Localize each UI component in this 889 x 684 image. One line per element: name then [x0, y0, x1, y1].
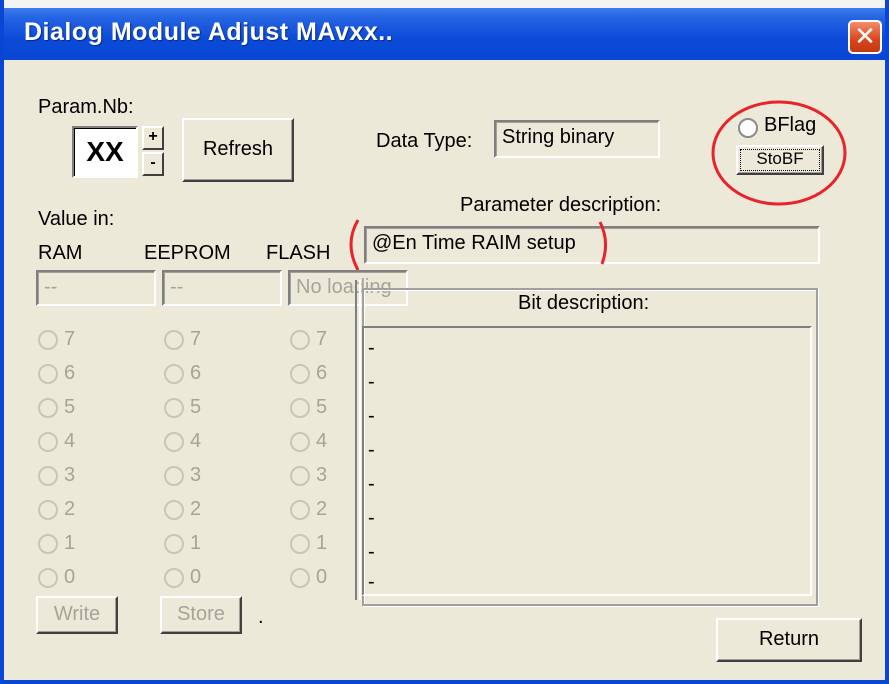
flash-bit-3-label: 3	[316, 464, 328, 486]
flash-column-label: FLASH	[266, 242, 331, 264]
window-title: Dialog Module Adjust MAvxx..	[24, 18, 394, 46]
flash-bit-5-radio[interactable]	[290, 398, 310, 418]
ram-bit-7-label: 7	[64, 328, 76, 350]
flash-bit-7-radio[interactable]	[290, 330, 310, 350]
ram-bit-3-label: 3	[64, 464, 76, 486]
flash-bit-4-label: 4	[316, 430, 328, 452]
flash-bit-2-label: 2	[316, 498, 328, 520]
eeprom-bit-6-radio[interactable]	[164, 364, 184, 384]
close-icon: ✕	[854, 21, 876, 51]
param-nb-label: Param.Nb:	[38, 96, 134, 118]
eeprom-bit-2-label: 2	[190, 498, 202, 520]
annotation-circle	[711, 100, 847, 206]
bit-description-item: -	[368, 473, 375, 495]
write-button[interactable]: Write	[36, 596, 118, 634]
flash-bit-2-radio[interactable]	[290, 500, 310, 520]
annotation-brackets	[349, 219, 607, 271]
param-nb-field[interactable]: XX	[72, 126, 138, 178]
ram-bit-5-radio[interactable]	[38, 398, 58, 418]
bit-description-item: -	[368, 541, 375, 563]
eeprom-value-field: --	[162, 270, 282, 306]
ram-column-label: RAM	[38, 242, 83, 264]
data-type-label: Data Type:	[376, 130, 473, 152]
eeprom-column-label: EEPROM	[144, 242, 231, 264]
ram-bit-7-radio[interactable]	[38, 330, 58, 350]
eeprom-bit-3-label: 3	[190, 464, 202, 486]
eeprom-bit-1-label: 1	[190, 532, 202, 554]
close-button[interactable]: ✕	[848, 20, 882, 54]
eeprom-bit-7-label: 7	[190, 328, 202, 350]
bit-description-item: -	[368, 439, 375, 461]
ram-bit-4-radio[interactable]	[38, 432, 58, 452]
title-bar[interactable]: Dialog Module Adjust MAvxx.. ✕	[4, 0, 885, 60]
flash-bit-0-radio[interactable]	[290, 568, 310, 588]
refresh-button[interactable]: Refresh	[182, 118, 294, 182]
eeprom-bit-0-label: 0	[190, 566, 202, 588]
ram-bit-6-radio[interactable]	[38, 364, 58, 384]
ram-bit-0-label: 0	[64, 566, 76, 588]
eeprom-bit-6-label: 6	[190, 362, 202, 384]
flash-bit-1-label: 1	[316, 532, 328, 554]
bit-description-item: -	[368, 371, 375, 393]
bit-description-list: - - - - - - - -	[362, 326, 812, 596]
bit-description-item: -	[368, 571, 375, 593]
flash-bit-3-radio[interactable]	[290, 466, 310, 486]
bit-description-item: -	[368, 507, 375, 529]
ram-bit-5-label: 5	[64, 396, 76, 418]
bit-description-item: -	[368, 405, 375, 427]
eeprom-bit-4-label: 4	[190, 430, 202, 452]
flash-bit-0-label: 0	[316, 566, 328, 588]
ram-bit-1-label: 1	[64, 532, 76, 554]
data-type-field: String binary	[494, 120, 660, 158]
separator	[355, 280, 361, 600]
ram-bit-3-radio[interactable]	[38, 466, 58, 486]
ram-bit-2-radio[interactable]	[38, 500, 58, 520]
ram-bit-6-label: 6	[64, 362, 76, 384]
flash-bit-5-label: 5	[316, 396, 328, 418]
value-in-label: Value in:	[38, 208, 115, 230]
eeprom-bit-4-radio[interactable]	[164, 432, 184, 452]
flash-bit-7-label: 7	[316, 328, 328, 350]
eeprom-bit-5-radio[interactable]	[164, 398, 184, 418]
bit-description-item: -	[368, 337, 375, 359]
ram-bit-2-label: 2	[64, 498, 76, 520]
flash-bit-6-radio[interactable]	[290, 364, 310, 384]
param-increment-button[interactable]: +	[142, 126, 164, 150]
eeprom-bit-5-label: 5	[190, 396, 202, 418]
ram-value-field: --	[36, 270, 156, 306]
eeprom-bit-3-radio[interactable]	[164, 466, 184, 486]
bit-description-label: Bit description:	[512, 292, 656, 315]
return-button[interactable]: Return	[716, 618, 862, 662]
flash-bit-4-radio[interactable]	[290, 432, 310, 452]
flash-bit-1-radio[interactable]	[290, 534, 310, 554]
param-decrement-button[interactable]: -	[142, 152, 164, 176]
eeprom-bit-2-radio[interactable]	[164, 500, 184, 520]
eeprom-bit-0-radio[interactable]	[164, 568, 184, 588]
ram-bit-0-radio[interactable]	[38, 568, 58, 588]
ram-bit-1-radio[interactable]	[38, 534, 58, 554]
status-dot: .	[258, 606, 264, 628]
ram-bit-4-label: 4	[64, 430, 76, 452]
flash-bit-6-label: 6	[316, 362, 328, 384]
store-button[interactable]: Store	[160, 596, 242, 634]
eeprom-bit-7-radio[interactable]	[164, 330, 184, 350]
eeprom-bit-1-radio[interactable]	[164, 534, 184, 554]
